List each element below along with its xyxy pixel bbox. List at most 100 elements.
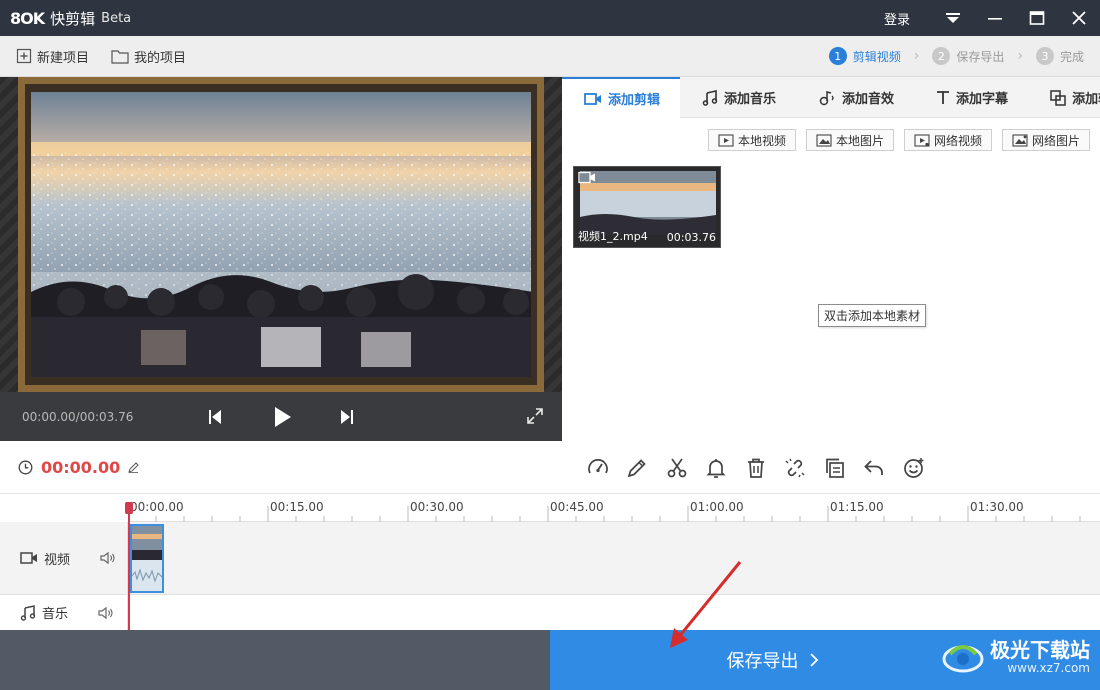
media-library-panel: 添加剪辑 添加音乐 添加音效 添加字幕 添加转场 本地视频 本地图片 xyxy=(562,77,1100,441)
close-button[interactable] xyxy=(1058,0,1100,36)
speed-button[interactable] xyxy=(578,456,618,480)
media-tabs: 添加剪辑 添加音乐 添加音效 添加字幕 添加转场 xyxy=(562,77,1100,118)
text-t-icon xyxy=(937,91,950,104)
minimize-button[interactable] xyxy=(974,0,1016,36)
cut-button[interactable] xyxy=(657,456,697,480)
tab-add-clip[interactable]: 添加剪辑 xyxy=(562,77,681,118)
emoji-icon xyxy=(903,458,924,478)
step-done[interactable]: 3 完成 xyxy=(1035,47,1084,65)
media-item-thumbnail[interactable]: 视频1_2.mp4 00:03.76 xyxy=(573,166,721,248)
minimize-icon xyxy=(988,18,1002,20)
expand-icon xyxy=(527,408,543,424)
video-preview-frame[interactable] xyxy=(18,77,544,392)
button-label: 网络视频 xyxy=(933,133,982,148)
app-logo: 8OK 快剪辑 Beta xyxy=(10,8,131,29)
tab-add-sound-effect[interactable]: 添加音效 xyxy=(796,77,914,118)
tab-add-transition[interactable]: 添加转场 xyxy=(1028,77,1100,118)
delete-button[interactable] xyxy=(736,456,776,480)
folder-icon xyxy=(111,49,129,64)
online-video-button[interactable]: 网络视频 xyxy=(903,129,992,151)
local-video-button[interactable]: 本地视频 xyxy=(707,129,796,151)
chevron-right-icon: › xyxy=(1017,48,1023,64)
chevron-right-icon xyxy=(809,653,818,667)
music-note-icon xyxy=(702,89,718,106)
maximize-icon xyxy=(1029,11,1045,25)
play-button[interactable] xyxy=(268,402,298,432)
video-preview-panel: 00:00.00/00:03.76 xyxy=(0,77,562,441)
step-edit-video[interactable]: 1 剪辑视频 xyxy=(828,47,901,65)
new-project-label: 新建项目 xyxy=(37,50,90,66)
close-icon xyxy=(1072,11,1086,25)
right-letterbox xyxy=(544,77,562,392)
button-label: 网络图片 xyxy=(1031,133,1080,148)
music-track[interactable] xyxy=(128,595,1100,630)
video-track-label: 视频 xyxy=(44,552,71,568)
video-camera-icon xyxy=(584,92,601,105)
source-buttons: 本地视频 本地图片 网络视频 网络图片 xyxy=(698,129,1090,151)
edit-time-icon[interactable] xyxy=(128,462,139,473)
pen-icon xyxy=(627,459,646,478)
video-clip[interactable] xyxy=(130,524,164,593)
step-number: 1 xyxy=(828,47,847,65)
copy-button[interactable] xyxy=(815,456,855,480)
online-image-icon xyxy=(1012,133,1028,147)
menu-dropdown-icon xyxy=(946,13,960,23)
video-track[interactable] xyxy=(128,522,1100,595)
playhead[interactable] xyxy=(128,504,130,630)
undo-icon xyxy=(864,460,884,475)
media-item-duration: 00:03.76 xyxy=(666,231,716,244)
edit-tools xyxy=(578,456,934,480)
tick-label: 01:00.00 xyxy=(690,500,744,514)
tab-label: 添加音效 xyxy=(842,92,895,107)
online-image-button[interactable]: 网络图片 xyxy=(1001,129,1090,151)
volume-icon[interactable] xyxy=(100,551,116,565)
copy-icon xyxy=(825,458,844,478)
music-track-header: 音乐 xyxy=(0,595,128,630)
tick-label: 00:15.00 xyxy=(270,500,324,514)
menu-dropdown-button[interactable] xyxy=(932,0,974,36)
speed-icon xyxy=(587,459,608,474)
tick-label: 00:30.00 xyxy=(410,500,464,514)
step-save-export[interactable]: 2 保存导出 xyxy=(932,47,1004,65)
previous-frame-button[interactable] xyxy=(200,402,230,432)
undo-button[interactable] xyxy=(855,456,895,480)
detach-audio-button[interactable] xyxy=(776,456,816,480)
tab-add-subtitle[interactable]: 添加字幕 xyxy=(914,77,1028,118)
bell-icon xyxy=(706,459,726,478)
maximize-button[interactable] xyxy=(1016,0,1058,36)
volume-icon[interactable] xyxy=(98,606,114,620)
fullscreen-button[interactable] xyxy=(526,407,544,425)
logo-mark: 8OK xyxy=(10,8,45,28)
tick-label: 00:00.00 xyxy=(130,500,184,514)
chevron-right-icon: › xyxy=(913,48,920,64)
watermark-logo-icon xyxy=(942,645,984,673)
button-label: 本地图片 xyxy=(835,133,884,148)
skip-back-icon xyxy=(209,409,221,424)
local-image-button[interactable]: 本地图片 xyxy=(805,129,894,151)
step-label: 完成 xyxy=(1059,49,1084,64)
watermark: 极光下载站 www.xz7.com xyxy=(942,636,1090,678)
marker-button[interactable] xyxy=(697,456,737,480)
tick-label: 00:45.00 xyxy=(550,500,604,514)
image-file-icon xyxy=(816,133,832,147)
music-track-label: 音乐 xyxy=(42,607,69,622)
video-file-icon xyxy=(718,133,734,147)
online-video-icon xyxy=(914,133,930,147)
playhead-handle[interactable] xyxy=(125,502,133,514)
login-link[interactable]: 登录 xyxy=(884,9,910,28)
watermark-text: 极光下载站 xyxy=(990,638,1090,662)
tab-add-music[interactable]: 添加音乐 xyxy=(680,77,796,118)
next-frame-button[interactable] xyxy=(332,402,362,432)
current-time-value: 00:00.00 xyxy=(41,458,121,477)
my-projects-button[interactable]: 我的项目 xyxy=(111,47,186,66)
tab-label: 添加剪辑 xyxy=(608,93,661,108)
beta-label: Beta xyxy=(101,10,132,26)
current-time-display: 00:00.00 xyxy=(18,458,139,477)
sticker-button[interactable] xyxy=(894,456,934,480)
tab-label: 添加音乐 xyxy=(724,92,777,107)
edit-pen-button[interactable] xyxy=(618,456,658,480)
edit-toolbar: 00:00.00 xyxy=(0,441,1100,494)
tooltip: 双击添加本地素材 xyxy=(818,304,927,327)
timeline-ruler[interactable]: 00:00.00 00:15.00 00:30.00 00:45.00 01:0… xyxy=(128,494,1100,522)
new-project-button[interactable]: 新建项目 xyxy=(16,47,89,66)
